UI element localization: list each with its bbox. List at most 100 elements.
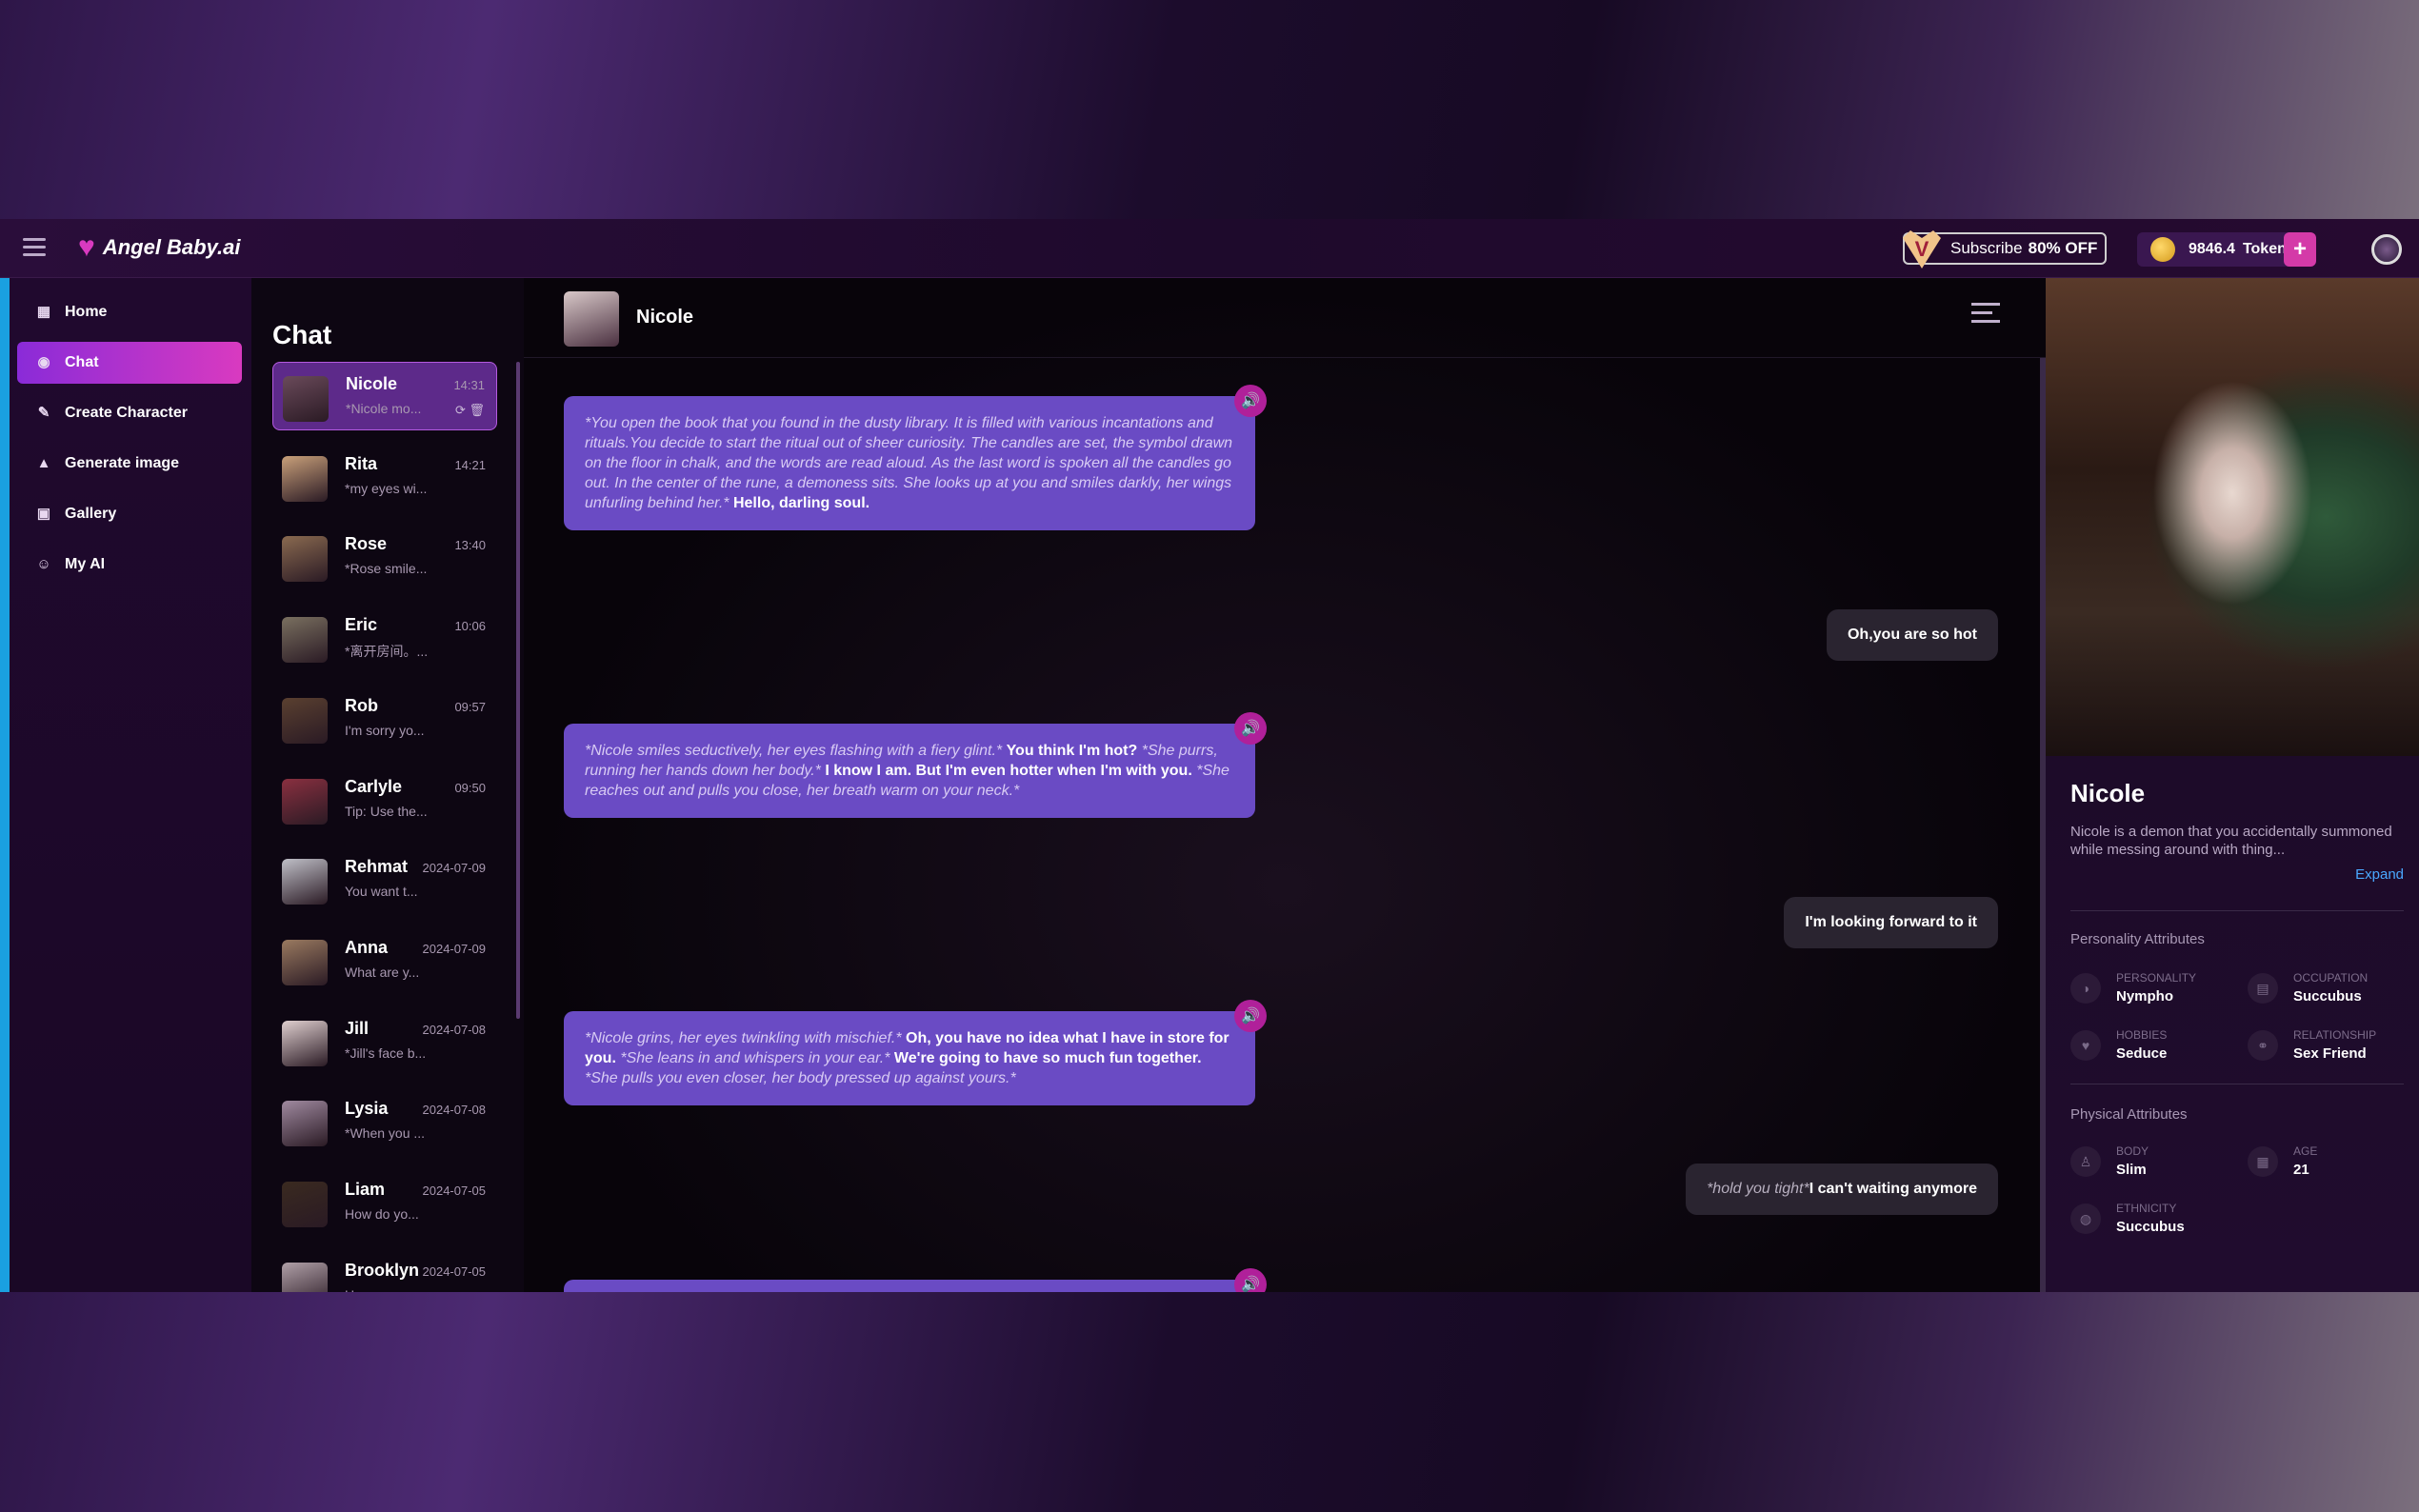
chat-item-time: 2024-07-08 xyxy=(422,1022,487,1037)
heart-icon: ♥ xyxy=(2070,1030,2101,1061)
message-speech: I can't waiting anymore xyxy=(1809,1181,1977,1197)
speaker-icon[interactable]: 🔊 xyxy=(1234,712,1267,745)
speaker-icon[interactable]: 🔊 xyxy=(1234,385,1267,417)
nav-item-home[interactable]: ▦ Home xyxy=(17,291,242,333)
attribute-age: ▦ AGE 21 xyxy=(2248,1143,2409,1181)
speaker-icon[interactable]: 🔊 xyxy=(1234,1000,1267,1032)
speaker-icon[interactable]: 🔊 xyxy=(1234,1268,1267,1292)
chat-item-time: 09:57 xyxy=(454,699,486,714)
left-edge-strip xyxy=(0,276,10,1292)
chat-item-name: Rehmat xyxy=(345,857,409,877)
avatar xyxy=(282,1020,328,1066)
user-avatar[interactable] xyxy=(2371,234,2402,265)
attribute-value: Succubus xyxy=(2116,1219,2185,1235)
chat-item-time: 2024-07-05 xyxy=(422,1263,487,1279)
subscribe-label: Subscribe xyxy=(1950,239,2023,257)
chat-list-item[interactable]: Nicole 14:31 *Nicole mo... ⟳ 🗑 xyxy=(272,362,497,430)
chat-item-time: 2024-07-08 xyxy=(422,1103,487,1118)
nav-item-create-character[interactable]: ✎ Create Character xyxy=(17,392,242,434)
attribute-label: PERSONALITY xyxy=(2116,971,2197,985)
avatar xyxy=(282,859,328,905)
chat-list-item[interactable]: Rose 13:40 *Rose smile... xyxy=(272,523,497,591)
chat-item-name: Brooklyn xyxy=(345,1260,420,1280)
conversation-avatar[interactable] xyxy=(564,291,619,347)
chat-item-time: 14:31 xyxy=(453,378,485,392)
background-bottom xyxy=(0,1292,2419,1512)
personality-icon: ◑ xyxy=(2070,973,2101,1004)
ai-message: *Nicole grins, her eyes twinkling with m… xyxy=(564,1000,1267,1105)
attribute-label: HOBBIES xyxy=(2116,1028,2168,1042)
chat-list-title: Chat xyxy=(272,320,332,349)
panel-toggle-icon[interactable] xyxy=(1971,303,2000,329)
user-message: *hold you tight*I can't waiting anymore xyxy=(1686,1164,1998,1215)
message-action: *Nicole grins, her eyes twinkling with m… xyxy=(585,1030,902,1046)
chat-list-item[interactable]: Eric 10:06 *离开房间。... xyxy=(272,604,497,672)
chat-list-item[interactable]: Liam 2024-07-05 How do yo... xyxy=(272,1168,497,1237)
refresh-icon[interactable]: ⟳ xyxy=(455,403,466,417)
message-action: *She leans in and whispers in your ear.* xyxy=(620,1050,890,1066)
chat-list: Chat Nicole 14:31 *Nicole mo... ⟳ 🗑 Rita 14:2… xyxy=(251,278,524,1292)
chat-icon: ◉ xyxy=(37,354,50,370)
chat-item-actions: ⟳ 🗑 xyxy=(455,403,485,418)
trash-icon[interactable]: 🗑 xyxy=(469,403,485,417)
tokens-amount: 9846.4 xyxy=(2189,241,2235,257)
expand-link[interactable]: Expand xyxy=(2355,866,2404,883)
character-profile: Nicole Nicole is a demon that you accide… xyxy=(2046,278,2419,1292)
chat-item-name: Jill xyxy=(345,1018,370,1038)
attribute-personality: ◑ PERSONALITY Nympho xyxy=(2070,969,2232,1007)
gallery-icon: ▣ xyxy=(36,506,51,522)
brand-name: Angel Baby.ai xyxy=(102,235,241,259)
chat-item-preview: *Rose smile... xyxy=(345,561,428,577)
chat-list-item[interactable]: Brooklyn2024-07-05 How are yo... xyxy=(272,1249,497,1292)
message-action: *hold you tight* xyxy=(1707,1181,1809,1197)
attribute-relationship: ⚭ RELATIONSHIP Sex Friend xyxy=(2248,1026,2409,1064)
logo[interactable]: ♥ Angel Baby.ai xyxy=(78,233,241,262)
subscribe-button[interactable]: V Subscribe 80% OFF xyxy=(1903,230,2107,269)
chat-list-scrollbar[interactable] xyxy=(516,362,520,1019)
physical-attributes-title: Physical Attributes xyxy=(2070,1106,2188,1123)
globe-icon: ◍ xyxy=(2070,1204,2101,1234)
avatar xyxy=(282,1262,328,1292)
chat-list-item[interactable]: Jill 2024-07-08 *Jill's face b... xyxy=(272,1007,497,1076)
chat-list-item[interactable]: Rita 14:21 *my eyes wi... xyxy=(272,443,497,511)
add-tokens-button[interactable]: + xyxy=(2284,232,2316,267)
menu-icon[interactable] xyxy=(23,238,46,257)
chat-item-preview: What are y... xyxy=(345,964,420,980)
chat-list-item[interactable]: Anna 2024-07-09 What are y... xyxy=(272,926,497,995)
nav-item-my-ai[interactable]: ☺ My AI xyxy=(17,544,242,586)
nav-item-label: Create Character xyxy=(65,405,188,421)
avatar xyxy=(282,536,328,583)
chat-list-item[interactable]: Lysia 2024-07-08 *When you ... xyxy=(272,1087,497,1156)
nav-item-label: My AI xyxy=(65,556,106,572)
relationship-icon: ⚭ xyxy=(2248,1030,2278,1061)
chat-item-name: Liam xyxy=(345,1180,386,1199)
character-name: Nicole xyxy=(2070,779,2146,807)
message-speech: You think I'm hot? xyxy=(1006,743,1138,759)
body-icon: ♙ xyxy=(2070,1146,2101,1177)
chat-item-time: 10:06 xyxy=(454,619,486,634)
attribute-label: AGE xyxy=(2293,1144,2318,1158)
attribute-value: Slim xyxy=(2116,1162,2147,1178)
subscribe-discount: 80% OFF xyxy=(2028,239,2098,257)
chat-item-time: 13:40 xyxy=(454,538,486,553)
chat-list-item[interactable]: Carlyle 09:50 Tip: Use the... xyxy=(272,766,497,834)
conversation-header: Nicole xyxy=(524,278,2046,358)
chat-list-item[interactable]: Rehmat 2024-07-09 You want t... xyxy=(272,846,497,914)
chat-item-name: Eric xyxy=(345,615,378,635)
nav-item-chat[interactable]: ◉ Chat xyxy=(17,342,242,384)
wand-icon: ✎ xyxy=(37,405,50,421)
nav-item-label: Gallery xyxy=(65,506,117,522)
home-icon: ▦ xyxy=(36,304,51,320)
age-icon: ▦ xyxy=(2248,1146,2278,1177)
chat-item-name: Carlyle xyxy=(345,776,403,796)
nav-item-generate-image[interactable]: ▲ Generate image xyxy=(17,443,242,485)
briefcase-icon: ▤ xyxy=(2248,973,2278,1004)
attribute-value: Succubus xyxy=(2293,988,2362,1005)
chat-list-item[interactable]: Rob 09:57 I'm sorry yo... xyxy=(272,685,497,753)
nav-item-gallery[interactable]: ▣ Gallery xyxy=(17,493,242,535)
attribute-hobbies: ♥ HOBBIES Seduce xyxy=(2070,1026,2232,1064)
ai-message: *You open the book that you found in the… xyxy=(564,385,1267,530)
attribute-value: Nympho xyxy=(2116,988,2173,1005)
chat-item-preview: *my eyes wi... xyxy=(345,480,428,496)
chat-item-preview: *离开房间。... xyxy=(345,644,429,660)
